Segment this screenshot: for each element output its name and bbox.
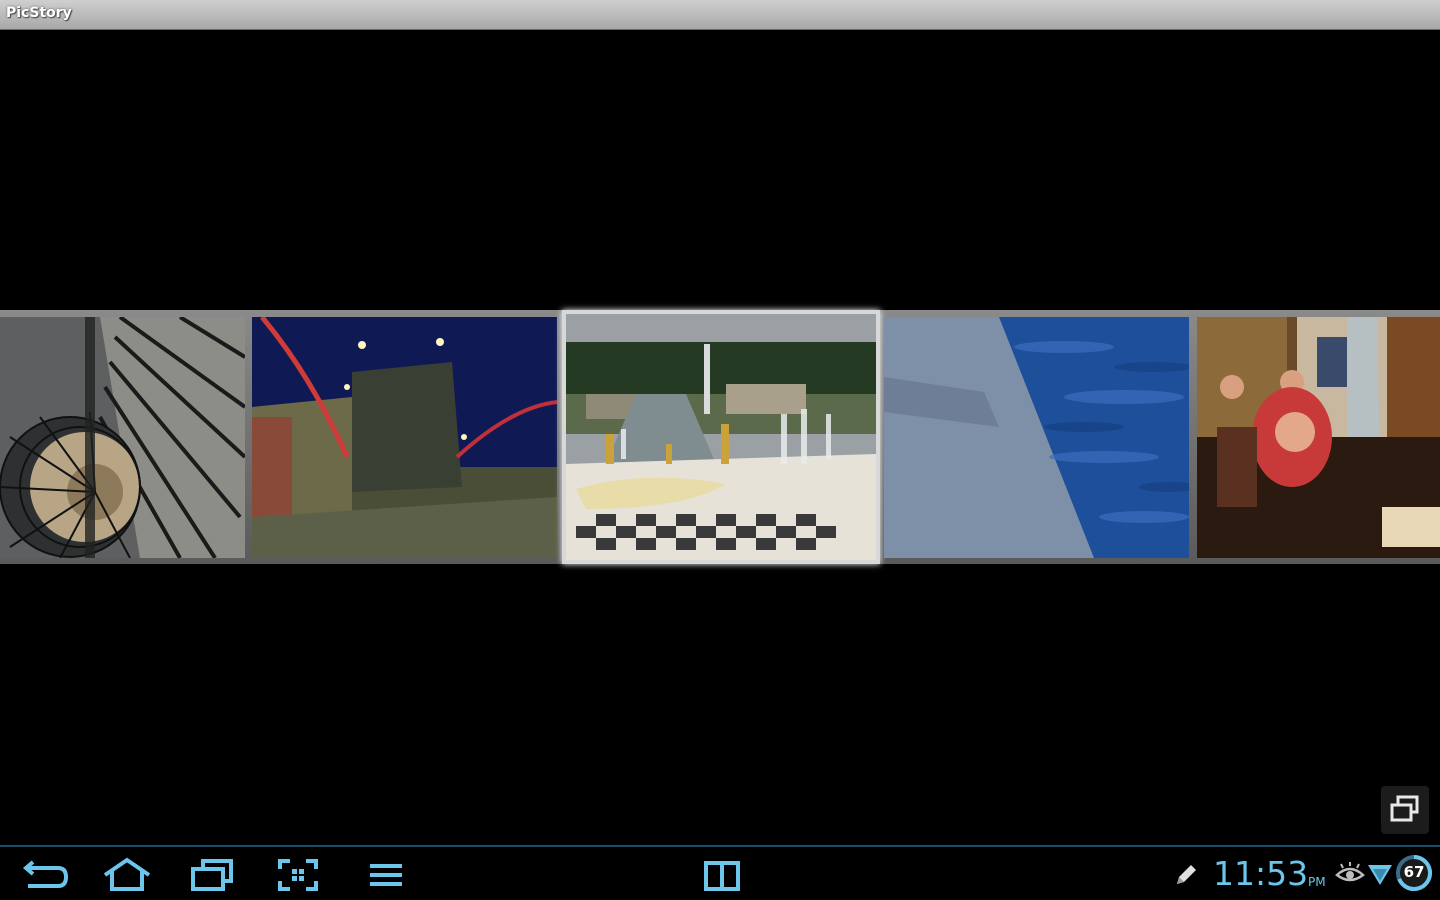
recent-apps-icon — [191, 859, 233, 891]
battery-level-label: 67 — [1403, 863, 1425, 881]
photo-granite-water — [884, 317, 1189, 558]
photo-thumbnail-3-selected[interactable] — [562, 310, 880, 564]
app-title: PicStory — [6, 5, 72, 21]
back-button[interactable] — [14, 855, 74, 895]
recent-apps-button[interactable] — [181, 855, 241, 895]
home-button[interactable] — [97, 855, 157, 895]
window-restore-button[interactable] — [1381, 786, 1429, 834]
clock-time[interactable]: 11:53 — [1213, 857, 1308, 891]
photo-fountain-palace — [566, 314, 876, 560]
photo-thumbnail-5[interactable] — [1197, 317, 1440, 558]
photo-spiral-staircase — [0, 317, 245, 558]
split-view-icon — [704, 861, 740, 891]
system-nav-bar: 11:53 PM 67 — [0, 845, 1440, 900]
photo-thumbnail-4[interactable] — [884, 317, 1189, 558]
pencil-icon[interactable] — [1172, 861, 1200, 889]
eye-icon — [1335, 861, 1365, 885]
photo-drawbridge-night — [252, 317, 557, 558]
wifi-icon — [1367, 859, 1393, 889]
photo-restaurant-people — [1197, 317, 1440, 558]
menu-icon — [370, 864, 402, 886]
menu-button[interactable] — [356, 855, 416, 895]
clock-ampm: PM — [1308, 875, 1326, 889]
split-view-button[interactable] — [692, 855, 752, 895]
screenshot-button[interactable] — [268, 855, 328, 895]
screenshot-icon — [278, 859, 318, 891]
app-title-bar: PicStory — [0, 0, 1440, 30]
photo-thumbnail-2[interactable] — [252, 317, 557, 558]
window-restore-icon — [1390, 795, 1419, 822]
photo-thumbnail-1[interactable] — [0, 317, 245, 558]
home-icon — [103, 857, 151, 891]
back-icon — [22, 860, 69, 888]
